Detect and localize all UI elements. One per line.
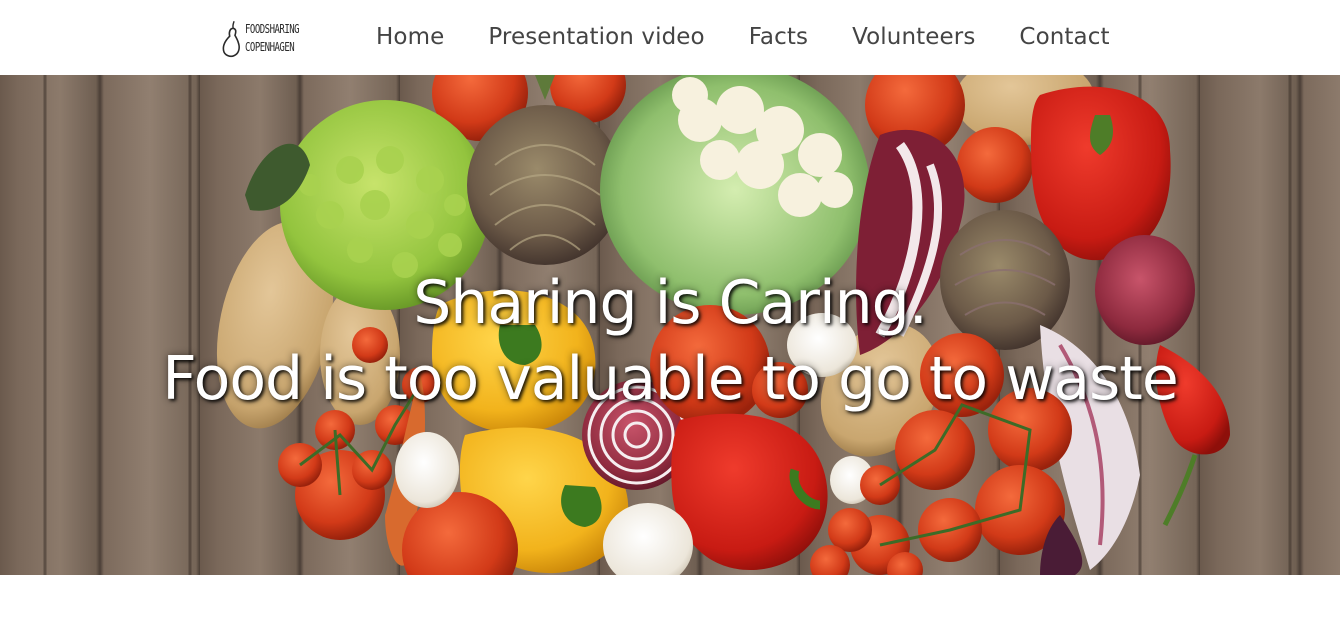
nav-contact[interactable]: Contact [1019, 24, 1109, 50]
nav-presentation-video[interactable]: Presentation video [488, 24, 704, 50]
nav-volunteers[interactable]: Volunteers [852, 24, 975, 50]
hero-headline-line-2: Food is too valuable to go to waste [162, 344, 1178, 414]
page-content-area [0, 575, 1340, 630]
main-nav: Home Presentation video Facts Volunteers… [376, 20, 1110, 54]
site-header: Foodsharing Copenhagen Home Presentation… [0, 0, 1340, 75]
hero-headline-line-1: Sharing is Caring. [413, 268, 928, 338]
site-logo[interactable]: Foodsharing Copenhagen [220, 14, 320, 62]
logo-wordmark: Foodsharing Copenhagen [244, 20, 300, 56]
nav-home[interactable]: Home [376, 24, 444, 50]
logo-line-1: Foodsharing [244, 21, 300, 36]
hero-headline: Sharing is Caring. Food is too valuable … [0, 265, 1340, 417]
hero-banner: Sharing is Caring. Food is too valuable … [0, 75, 1340, 575]
pear-icon [222, 21, 240, 58]
nav-facts[interactable]: Facts [749, 24, 808, 50]
logo-line-2: Copenhagen [244, 39, 295, 54]
